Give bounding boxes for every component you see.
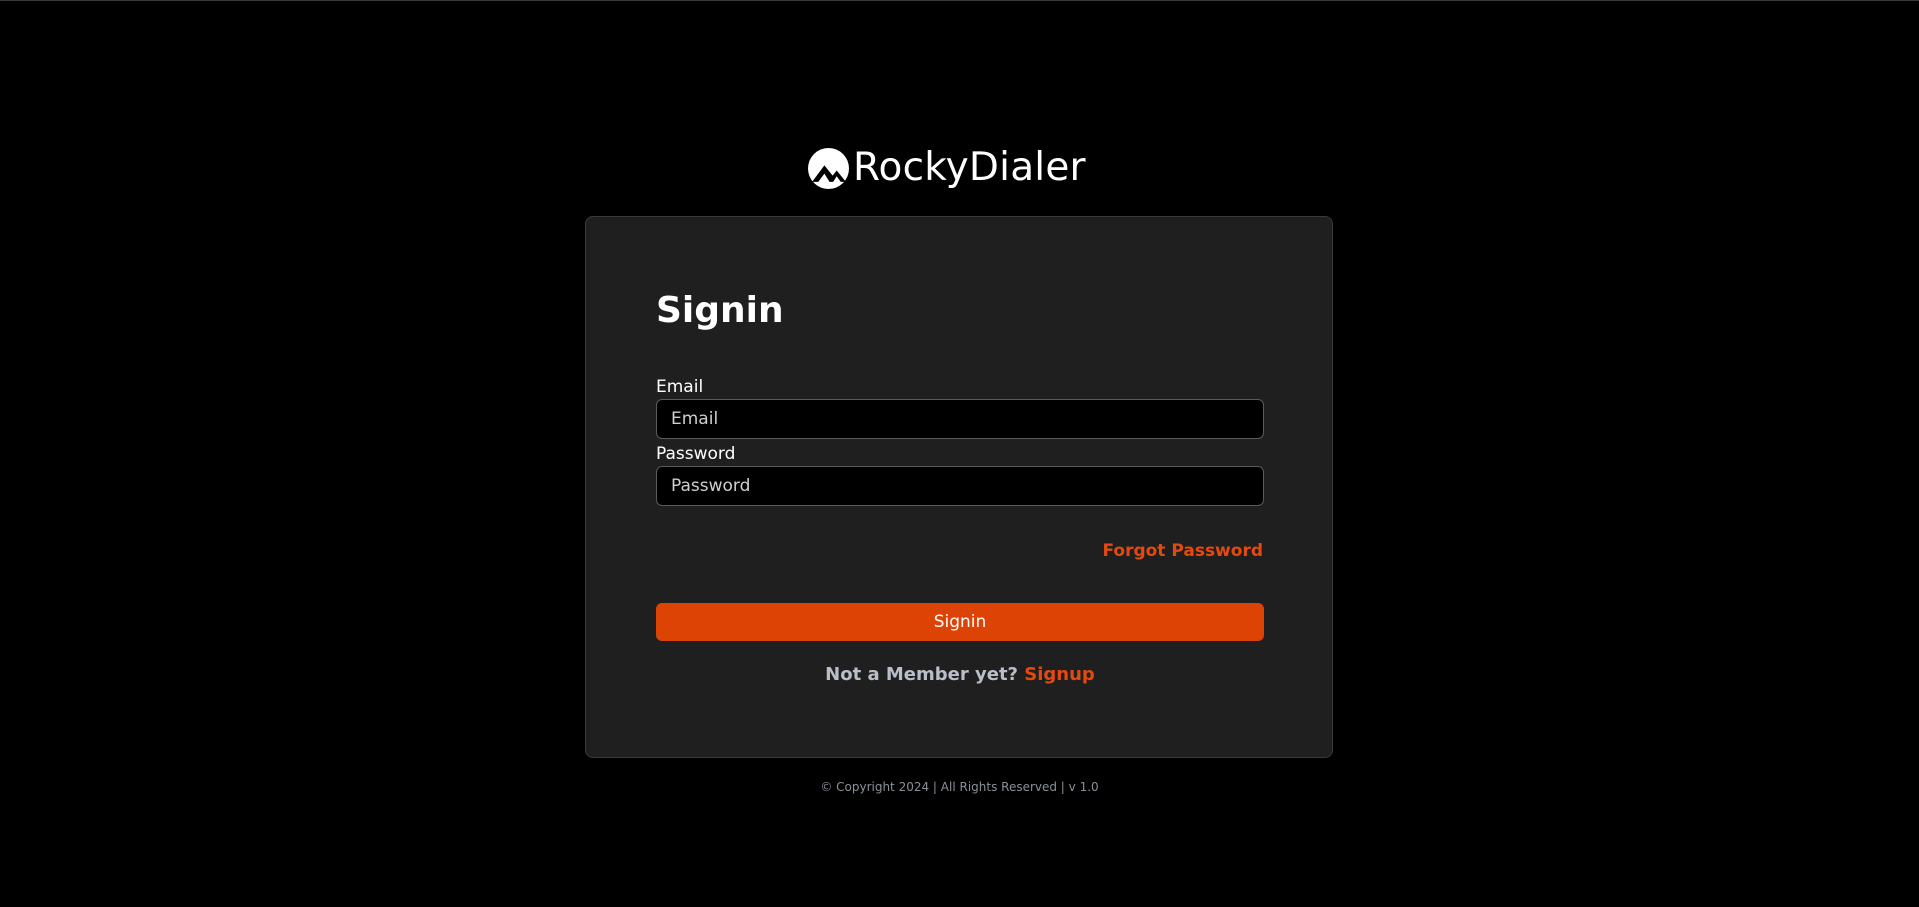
mountain-circle-logo-icon (808, 147, 849, 189)
forgot-password-link[interactable]: Forgot Password (1102, 540, 1263, 562)
signin-card: Signin Email Password Forgot Password Si… (585, 216, 1333, 758)
password-field[interactable] (656, 466, 1264, 506)
email-label: Email (656, 377, 704, 397)
member-prompt-text: Not a Member yet? (825, 664, 1025, 685)
copyright-footer: © Copyright 2024 | All Rights Reserved |… (820, 780, 1099, 794)
brand-name: RockyDialer (853, 145, 1086, 190)
brand-logo: RockyDialer (808, 146, 1086, 190)
page-title: Signin (656, 290, 784, 331)
signup-prompt: Not a Member yet? Signup (586, 663, 1334, 687)
signin-button[interactable]: Signin (656, 603, 1264, 641)
password-label: Password (656, 444, 736, 464)
signup-link[interactable]: Signup (1024, 664, 1095, 685)
email-field[interactable] (656, 399, 1264, 439)
top-border (0, 0, 1919, 1)
